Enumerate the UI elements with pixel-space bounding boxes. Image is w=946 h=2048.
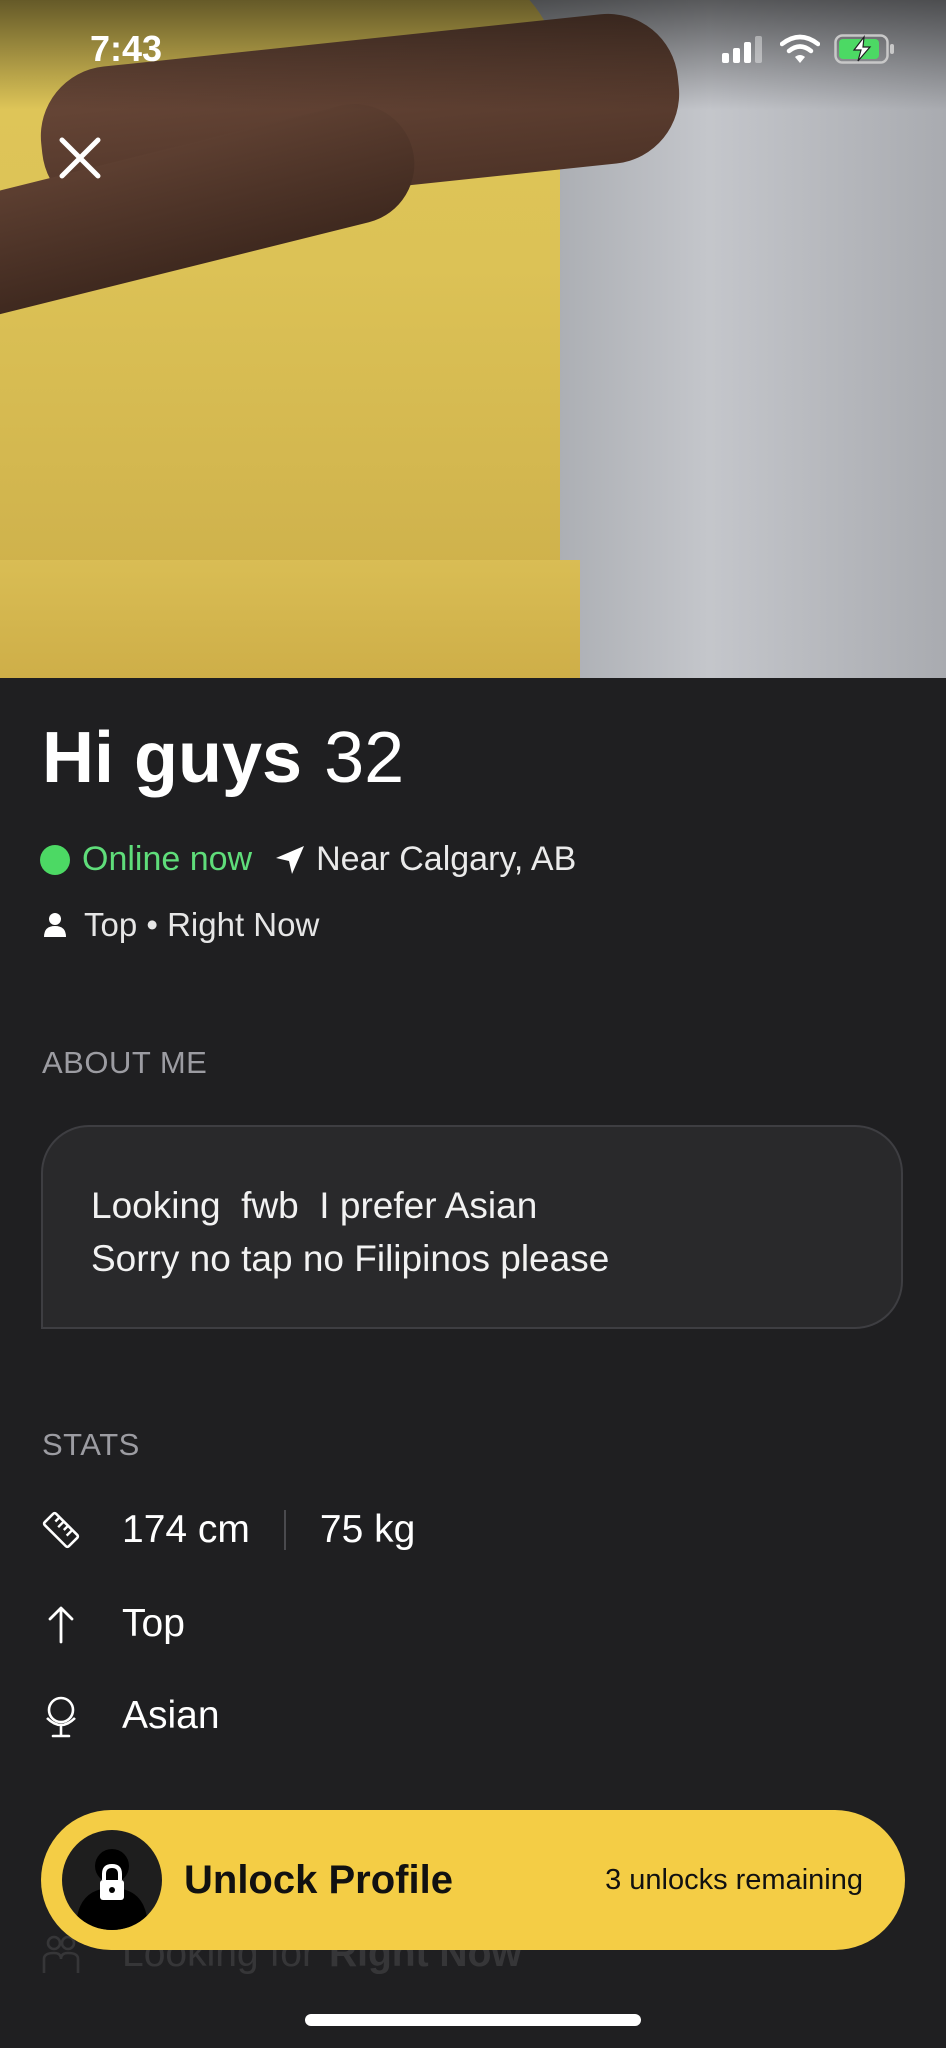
location: Near Calgary, AB — [274, 840, 576, 879]
role-text: Top • Right Now — [84, 906, 320, 943]
stat-height: 174 cm — [122, 1508, 250, 1551]
arrow-up-icon — [48, 1606, 74, 1644]
photo-shorts — [0, 560, 580, 678]
about-bubble: Looking fwb I prefer Asian Sorry no tap … — [41, 1125, 903, 1329]
unlock-remaining: 3 unlocks remaining — [605, 1863, 863, 1896]
home-indicator[interactable] — [305, 2014, 641, 2026]
signal-icon — [722, 36, 762, 63]
status-icons — [722, 34, 896, 64]
about-heading: ABOUT ME — [42, 1045, 208, 1080]
stat-weight: 75 kg — [319, 1508, 416, 1551]
close-button[interactable] — [56, 134, 104, 182]
status-bar: 7:43 — [0, 0, 946, 100]
stat-ethnicity: Asian — [40, 1694, 220, 1738]
close-icon — [59, 137, 101, 179]
stat-position-value: Top — [122, 1602, 185, 1645]
role-row: Top • Right Now — [44, 906, 319, 944]
online-dot — [40, 844, 70, 875]
ruler-icon — [42, 1511, 80, 1549]
battery-charging-icon — [834, 34, 894, 64]
location-text: Near Calgary, AB — [316, 840, 577, 878]
profile-title: Hi guys 32 — [42, 722, 404, 794]
profile-age: 32 — [324, 718, 405, 798]
stat-divider — [283, 1510, 286, 1550]
location-arrow-icon — [276, 845, 305, 874]
lock-icon — [76, 1849, 148, 1930]
presence-row: Online now Near Calgary, AB — [40, 840, 576, 879]
about-line-1: Looking fwb I prefer Asian — [91, 1185, 538, 1226]
unlock-title: Unlock Profile — [184, 1857, 453, 1902]
unlock-avatar — [62, 1830, 162, 1930]
stat-ethnicity-value: Asian — [122, 1694, 220, 1737]
person-icon — [44, 913, 66, 937]
about-line-2: Sorry no tap no Filipinos please — [91, 1238, 610, 1279]
profile-name: Hi guys — [42, 718, 303, 798]
stat-position: Top — [40, 1602, 185, 1646]
unlock-profile-button[interactable]: Unlock Profile 3 unlocks remaining — [41, 1810, 905, 1950]
online-status: Online now — [82, 840, 253, 878]
stats-heading: STATS — [42, 1427, 140, 1462]
stat-height-weight: 174 cm 75 kg — [40, 1508, 415, 1552]
globe-icon — [46, 1696, 76, 1738]
wifi-icon — [780, 34, 820, 63]
status-time: 7:43 — [90, 28, 163, 69]
profile-photo[interactable] — [0, 0, 946, 678]
